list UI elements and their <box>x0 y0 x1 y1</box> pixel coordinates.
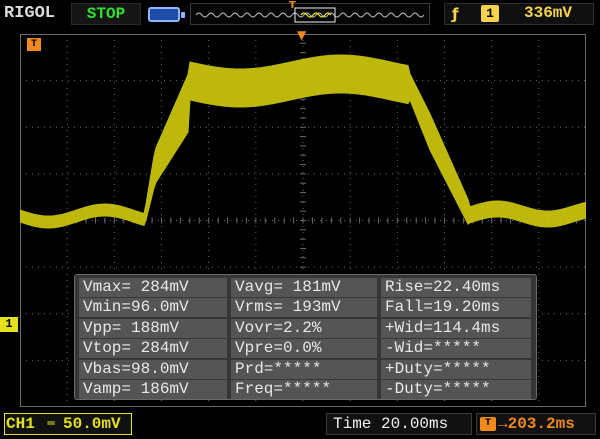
trigger-position-marker: T <box>289 0 296 11</box>
measurement-cell: Vrms= 193mV <box>231 298 377 318</box>
measurement-cell: Prd=***** <box>231 359 377 379</box>
timebase-value: Time 20.00ms <box>333 415 449 433</box>
measurement-cell: Vovr=2.2% <box>231 318 377 338</box>
trigger-position-arrow-icon: ▼ <box>297 28 307 42</box>
measurement-cell: Vpp= 188mV <box>79 318 227 338</box>
measurement-cell: Freq=***** <box>231 380 377 399</box>
rising-edge-icon: ƒ <box>452 5 459 23</box>
run-stop-status[interactable]: STOP <box>71 3 141 25</box>
measurement-cell: Rise=22.40ms <box>381 278 531 297</box>
measurement-cell: Vpre=0.0% <box>231 339 377 359</box>
measurement-cell: Vamp= 186mV <box>79 380 227 399</box>
ch1-ground-marker[interactable]: 1 <box>0 317 18 332</box>
measurement-panel: Vmax= 284mV Vavg= 181mV Rise=22.40ms Vmin=9… <box>74 274 537 400</box>
measurement-cell: Vavg= 181mV <box>231 278 377 297</box>
measurement-cell: +Wid=114.4ms <box>381 318 531 338</box>
measurement-cell: Vmax= 284mV <box>79 278 227 297</box>
battery-icon <box>148 7 185 22</box>
battery-tip <box>181 12 185 18</box>
trigger-time-marker: T <box>27 38 41 51</box>
measurement-cell: Vbas=98.0mV <box>79 359 227 379</box>
brand-logo: RIGOL <box>4 4 56 23</box>
measurement-cell: Fall=19.20ms <box>381 298 531 318</box>
measurement-cell: Vmin=96.0mV <box>79 298 227 318</box>
dc-coupling-icon: ═ <box>47 416 55 430</box>
ch1-label: CH1 <box>6 415 35 433</box>
memory-waveform-preview <box>195 7 425 23</box>
trigger-offset-icon: T <box>480 417 496 431</box>
trigger-source-badge: 1 <box>481 5 499 22</box>
ch1-volts-per-div: 50.0mV <box>63 415 121 433</box>
measurement-cell: -Wid=***** <box>381 339 531 359</box>
measurement-cell: Vtop= 284mV <box>79 339 227 359</box>
memory-position-indicator[interactable] <box>190 3 430 25</box>
measurement-cell: -Duty=***** <box>381 380 531 399</box>
horizontal-offset-value: →203.2ms <box>498 415 575 433</box>
trigger-level: 336mV <box>524 4 573 22</box>
measurement-cell: +Duty=***** <box>381 359 531 379</box>
